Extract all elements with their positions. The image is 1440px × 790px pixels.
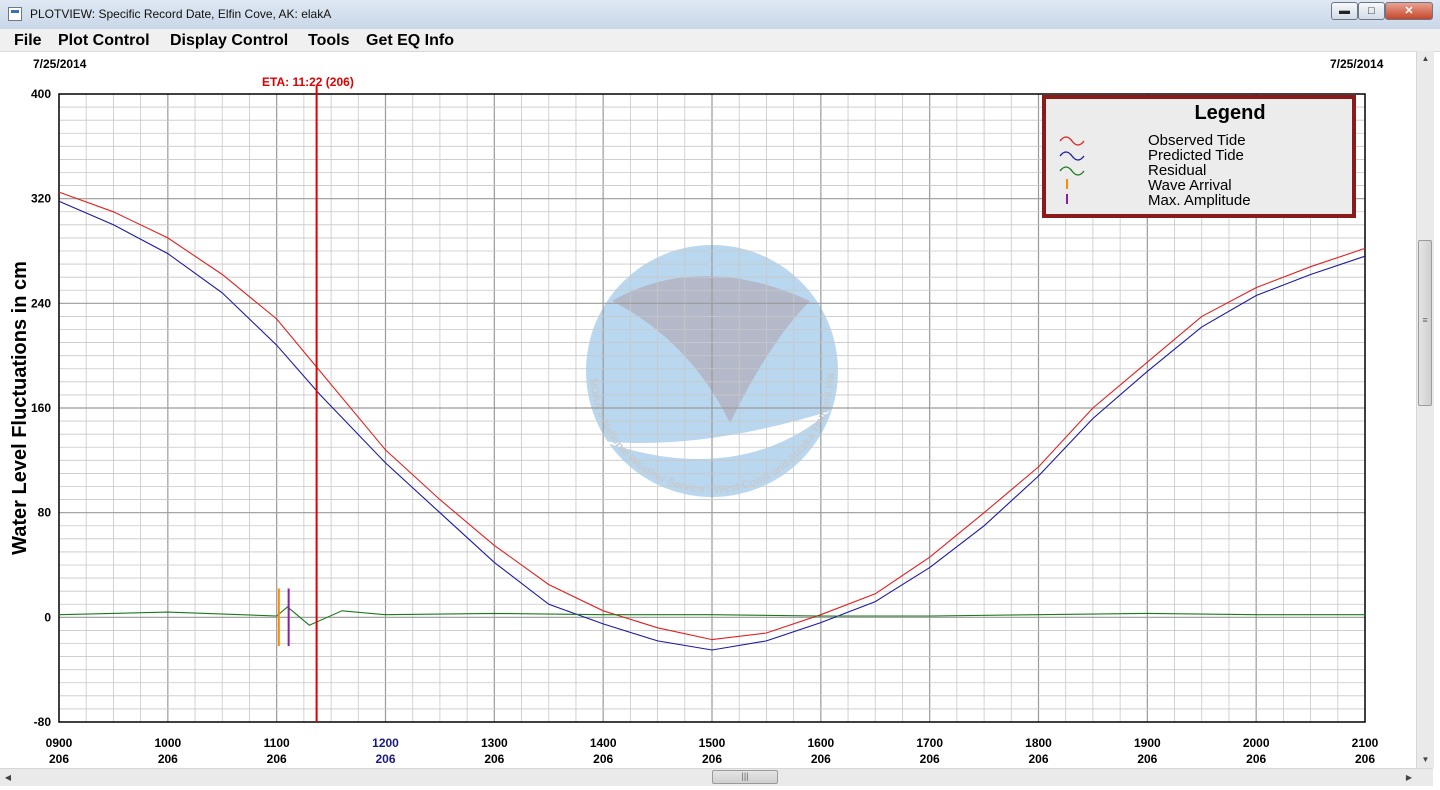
x-day-label: 206 — [267, 752, 287, 766]
x-tick-label: 2000 — [1243, 736, 1270, 750]
scroll-down-arrow-icon[interactable]: ▼ — [1417, 752, 1434, 768]
close-button[interactable]: ✕ — [1385, 2, 1433, 20]
y-tick-label: -80 — [34, 715, 52, 729]
window-title-bar: PLOTVIEW: Specific Record Date, Elfin Co… — [0, 0, 1440, 30]
vertical-scroll-thumb[interactable]: ≡ — [1418, 240, 1432, 406]
x-day-label: 206 — [49, 752, 69, 766]
maximize-button[interactable]: □ — [1358, 2, 1385, 20]
minimize-button[interactable]: ▬ — [1331, 2, 1358, 20]
eta-label: ETA: 11:22 (206) — [262, 75, 354, 89]
x-tick-label: 1500 — [699, 736, 726, 750]
horizontal-scrollbar[interactable]: ◀ ||| ▶ — [0, 768, 1433, 786]
y-tick-label: 0 — [44, 610, 51, 624]
menu-file[interactable]: File — [14, 32, 42, 50]
y-tick-label: 80 — [38, 506, 52, 520]
x-axis-ticks: 0900 206 1000 206 1100 206 1200 206 1300 206 1400 2… — [46, 736, 1379, 766]
x-day-label: 206 — [702, 752, 722, 766]
scroll-right-arrow-icon[interactable]: ▶ — [1401, 769, 1417, 786]
date-left-label: 7/25/2014 — [33, 57, 87, 71]
menu-plot-control[interactable]: Plot Control — [58, 32, 150, 50]
event-markers — [277, 86, 318, 722]
app-icon[interactable] — [8, 7, 22, 21]
x-day-label: 206 — [1028, 752, 1048, 766]
x-day-label: 206 — [1137, 752, 1157, 766]
x-day-label: 206 — [1246, 752, 1266, 766]
menu-bar: File Plot Control Display Control Tools … — [0, 29, 1440, 52]
menu-tools[interactable]: Tools — [308, 32, 349, 50]
menu-display-control[interactable]: Display Control — [170, 32, 288, 50]
tide-plot[interactable]: NOAA's National Weather Service · West C… — [0, 51, 1416, 768]
legend-item-max-amplitude: Max. Amplitude — [1148, 192, 1251, 209]
x-day-label: 206 — [158, 752, 178, 766]
x-tick-label: 1300 — [481, 736, 508, 750]
x-tick-label: 1600 — [807, 736, 834, 750]
x-day-label: 206 — [484, 752, 504, 766]
legend: Legend Observed Tide Predicted Tide Resi… — [1042, 95, 1356, 218]
legend-title: Legend — [1194, 102, 1265, 124]
x-tick-label: 0900 — [46, 736, 73, 750]
scroll-left-arrow-icon[interactable]: ◀ — [0, 769, 16, 786]
x-day-label: 206 — [593, 752, 613, 766]
y-axis-ticks: 400 320 240 160 80 0 -80 — [31, 87, 51, 729]
y-tick-label: 400 — [31, 87, 51, 101]
x-tick-label: 1100 — [264, 736, 290, 750]
horizontal-scroll-thumb[interactable]: ||| — [712, 770, 778, 784]
x-tick-label: 1800 — [1025, 736, 1052, 750]
x-tick-label: 1000 — [154, 736, 181, 750]
x-tick-label: 1900 — [1134, 736, 1161, 750]
x-tick-label: 1200 — [372, 736, 399, 750]
vertical-scrollbar[interactable]: ▲ ≡ ▼ — [1416, 51, 1434, 768]
x-tick-label: 1400 — [590, 736, 617, 750]
y-tick-label: 320 — [31, 192, 51, 206]
x-day-label: 206 — [375, 752, 395, 766]
date-right-label: 7/25/2014 — [1330, 57, 1384, 71]
scroll-up-arrow-icon[interactable]: ▲ — [1417, 51, 1434, 67]
x-tick-label: 1700 — [916, 736, 943, 750]
x-day-label: 206 — [811, 752, 831, 766]
x-day-label: 206 — [1355, 752, 1375, 766]
x-day-label: 206 — [920, 752, 940, 766]
y-axis-label: Water Level Fluctuations in cm — [9, 261, 31, 555]
window-title: PLOTVIEW: Specific Record Date, Elfin Co… — [30, 7, 332, 21]
x-tick-label: 2100 — [1352, 736, 1379, 750]
menu-get-eq-info[interactable]: Get EQ Info — [366, 32, 454, 50]
y-tick-label: 160 — [31, 401, 51, 415]
y-tick-label: 240 — [31, 296, 51, 310]
